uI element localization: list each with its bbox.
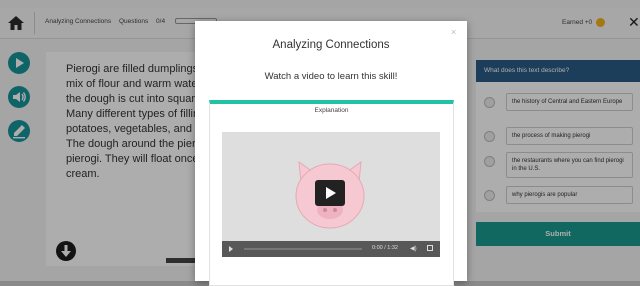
card-title: Explanation: [314, 107, 349, 114]
video-player[interactable]: 0:00 / 1:32 ◀): [222, 132, 440, 257]
video-play-button[interactable]: [315, 180, 345, 206]
fullscreen-icon[interactable]: [427, 245, 433, 251]
modal-close-icon[interactable]: ×: [451, 27, 456, 37]
video-modal: × Analyzing Connections Watch a video to…: [195, 21, 467, 286]
video-controls: 0:00 / 1:32 ◀): [222, 241, 440, 257]
control-play-icon[interactable]: [229, 246, 233, 252]
modal-subtitle: Watch a video to learn this skill!: [264, 71, 398, 82]
video-time: 0:00 / 1:32: [372, 245, 398, 251]
modal-title: Analyzing Connections: [272, 39, 390, 51]
play-icon: [326, 187, 336, 199]
explanation-card: Explanation 0:00 / 1:32 ◀): [209, 100, 454, 286]
video-seek-bar[interactable]: [244, 248, 362, 250]
volume-icon[interactable]: ◀): [410, 245, 417, 252]
